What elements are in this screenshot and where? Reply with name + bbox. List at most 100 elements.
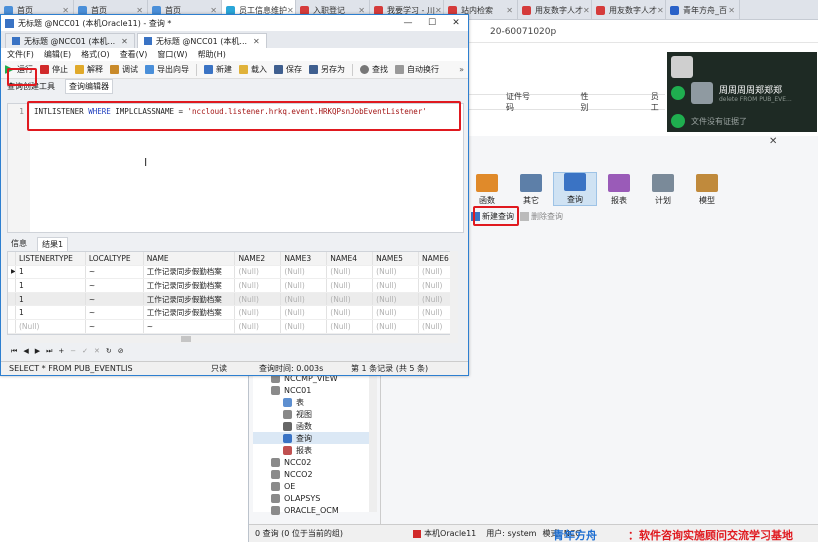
document-tab[interactable]: 无标题 @NCC01 (本机... ✕ — [136, 33, 267, 48]
table-cell[interactable]: (Null) — [373, 265, 420, 279]
table-cell[interactable]: (Null) — [281, 306, 328, 319]
tab-close-icon[interactable]: ✕ — [657, 6, 664, 15]
table-cell[interactable]: (Null) — [327, 292, 374, 306]
tab-close-icon[interactable]: ✕ — [121, 37, 128, 46]
grid-vscroll[interactable] — [450, 251, 458, 335]
column-header[interactable]: NAME3 — [281, 252, 328, 265]
last-record-icon[interactable]: ⏭ — [46, 347, 52, 356]
menu-item[interactable]: 格式(O) — [81, 49, 110, 60]
table-row[interactable]: ▶ 1 ~ 工作记录同步假勤档案 (Null) (Null) (Null) (Null) (Nu… — [8, 265, 455, 280]
tree-node[interactable]: OE — [253, 480, 377, 492]
menu-item[interactable]: 查看(V) — [120, 49, 148, 60]
apply-icon[interactable]: ✓ — [82, 347, 88, 355]
table-cell[interactable]: (Null) — [235, 265, 282, 279]
tab-close-icon[interactable]: ✕ — [728, 6, 735, 15]
debug-button[interactable]: 调试 — [110, 64, 138, 75]
table-row[interactable]: 1 ~ 工作记录同步假勤档案 (Null) (Null) (Null) (Null) (Nul… — [8, 292, 455, 307]
table-row[interactable]: (Null) ~ ~ (Null) (Null) (Null) (Null) (Null) — [8, 319, 455, 334]
table-cell[interactable]: 工作记录同步假勤档案 — [144, 306, 236, 319]
table-cell[interactable]: ~ — [86, 279, 144, 292]
menu-item[interactable]: 编辑(E) — [44, 49, 71, 60]
close-button[interactable]: ✕ — [444, 18, 468, 28]
table-cell[interactable]: (Null) — [327, 279, 374, 292]
browser-tab[interactable]: 用友数字人才 ✕ — [592, 0, 666, 20]
tree-node[interactable]: ORACLE_OCM — [253, 504, 377, 516]
tree-node[interactable]: 查询 — [253, 432, 377, 444]
column-header[interactable]: NAME5 — [373, 252, 420, 265]
stop-button[interactable]: 停止 — [40, 64, 68, 75]
tree-scrollbar[interactable] — [369, 372, 377, 512]
cancel-icon[interactable]: ✕ — [94, 347, 100, 355]
tree-node[interactable]: NCC01 — [253, 384, 377, 396]
table-cell[interactable]: (Null) — [373, 319, 420, 333]
find-button[interactable]: 查找 — [360, 64, 388, 75]
column-header[interactable]: LISTENERTYPE — [16, 252, 86, 265]
tab-close-icon[interactable]: ✕ — [583, 6, 590, 15]
tree-node[interactable]: OLAPSYS — [253, 492, 377, 504]
ribbon-button-5[interactable]: 模型 — [685, 174, 729, 206]
table-cell[interactable]: 1 — [16, 265, 86, 279]
table-cell[interactable]: ~ — [86, 292, 144, 306]
table-cell[interactable]: (Null) — [16, 319, 86, 333]
table-cell[interactable]: 工作记录同步假勤档案 — [144, 279, 236, 292]
menu-item[interactable]: 文件(F) — [7, 49, 34, 60]
table-cell[interactable]: 1 — [16, 306, 86, 319]
table-cell[interactable]: (Null) — [281, 265, 328, 279]
table-cell[interactable]: (Null) — [327, 265, 374, 279]
table-cell[interactable]: 工作记录同步假勤档案 — [144, 265, 236, 279]
save-button[interactable]: 保存 — [274, 64, 302, 75]
ribbon-button-2[interactable]: 查询 — [553, 172, 597, 206]
wrap-button[interactable]: 自动换行 — [395, 64, 439, 75]
column-header[interactable]: NAME4 — [327, 252, 374, 265]
table-cell[interactable]: (Null) — [281, 319, 328, 333]
tab-close-icon[interactable]: ✕ — [253, 37, 260, 46]
menu-item[interactable]: 帮助(H) — [198, 49, 226, 60]
explain-button[interactable]: 解释 — [75, 64, 103, 75]
stop-icon[interactable]: ⊘ — [118, 347, 124, 355]
save-as-button[interactable]: 另存为 — [309, 64, 345, 75]
table-cell[interactable]: (Null) — [373, 279, 420, 292]
column-header[interactable]: LOCALTYPE — [86, 252, 144, 265]
editor-subtab[interactable]: 查询编辑器 — [65, 78, 113, 94]
document-tab[interactable]: 无标题 @NCC01 (本机... ✕ — [5, 33, 135, 48]
tree-node[interactable]: 视图 — [253, 408, 377, 420]
table-cell[interactable]: ~ — [86, 265, 144, 279]
minimize-button[interactable]: — — [396, 18, 420, 28]
table-cell[interactable]: (Null) — [235, 306, 282, 319]
column-header[interactable]: NAME2 — [235, 252, 282, 265]
table-row[interactable]: 1 ~ 工作记录同步假勤档案 (Null) (Null) (Null) (Null) (Nul… — [8, 306, 455, 320]
export-button[interactable]: 导出向导 — [145, 64, 189, 75]
tree-node[interactable]: 函数 — [253, 420, 377, 432]
table-cell[interactable]: (Null) — [281, 292, 328, 306]
table-row[interactable]: 1 ~ 工作记录同步假勤档案 (Null) (Null) (Null) (Null) (Nul… — [8, 279, 455, 293]
menu-item[interactable]: 窗口(W) — [157, 49, 187, 60]
table-cell[interactable]: (Null) — [373, 306, 420, 319]
table-cell[interactable]: (Null) — [235, 319, 282, 333]
tree-node[interactable]: 表 — [253, 396, 377, 408]
ribbon-button-4[interactable]: 计划 — [641, 174, 685, 206]
tree-node[interactable]: NCCO2 — [253, 468, 377, 480]
overflow-chevron-icon[interactable]: » — [459, 65, 464, 74]
table-cell[interactable]: ~ — [86, 306, 144, 319]
table-cell[interactable]: 1 — [16, 279, 86, 292]
browser-tab[interactable]: 青年方舟_百 ✕ — [666, 0, 740, 20]
maximize-button[interactable]: ☐ — [420, 18, 444, 28]
table-cell[interactable]: (Null) — [235, 292, 282, 306]
refresh-icon[interactable]: ↻ — [106, 347, 112, 355]
tree-node[interactable]: 报表 — [253, 444, 377, 456]
result-tab[interactable]: 信息 — [7, 237, 31, 251]
column-header[interactable]: NAME — [144, 252, 236, 265]
load-button[interactable]: 载入 — [239, 64, 267, 75]
ribbon-button-0[interactable]: 函数 — [465, 174, 509, 206]
table-cell[interactable]: ~ — [144, 319, 236, 333]
ribbon-button-3[interactable]: 报表 — [597, 174, 641, 206]
tree-node[interactable]: NCC02 — [253, 456, 377, 468]
table-cell[interactable]: (Null) — [327, 306, 374, 319]
first-record-icon[interactable]: ⏮ — [11, 347, 17, 356]
table-cell[interactable]: 工作记录同步假勤档案 — [144, 292, 236, 306]
table-cell[interactable]: (Null) — [281, 279, 328, 292]
delete-record-icon[interactable]: − — [70, 347, 76, 355]
prev-record-icon[interactable]: ◀ — [23, 347, 28, 355]
delete-query-button[interactable]: 删除查询 — [520, 211, 563, 222]
table-cell[interactable]: (Null) — [235, 279, 282, 292]
